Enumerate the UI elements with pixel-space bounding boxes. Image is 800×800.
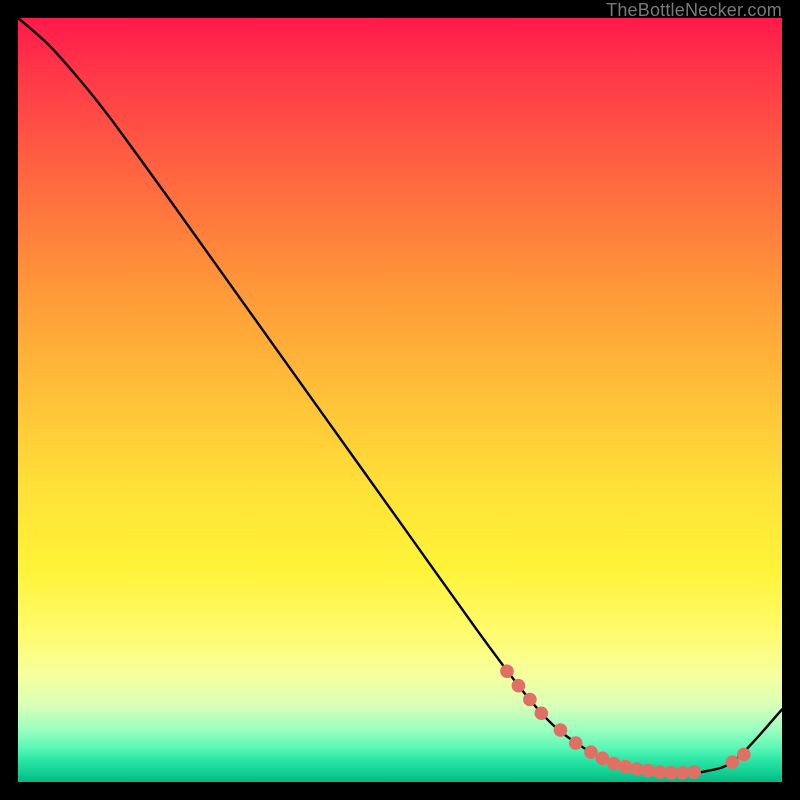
data-marker xyxy=(535,706,549,720)
plot-area xyxy=(18,18,782,782)
data-marker xyxy=(569,736,583,750)
data-marker xyxy=(687,765,701,779)
data-marker xyxy=(554,723,568,737)
data-marker xyxy=(726,755,740,769)
data-marker xyxy=(607,757,621,771)
bottleneck-curve xyxy=(18,18,782,773)
data-markers xyxy=(500,664,750,779)
chart-svg xyxy=(18,18,782,782)
data-marker xyxy=(619,760,633,774)
data-marker xyxy=(512,679,526,693)
chart-frame: TheBottleNecker.com xyxy=(0,0,800,800)
data-marker xyxy=(500,664,514,678)
curve-path xyxy=(18,18,782,773)
data-marker xyxy=(737,748,751,762)
data-marker xyxy=(584,745,598,759)
data-marker xyxy=(523,693,537,707)
attribution-text: TheBottleNecker.com xyxy=(606,0,782,21)
data-marker xyxy=(642,764,656,778)
data-marker xyxy=(630,762,644,776)
